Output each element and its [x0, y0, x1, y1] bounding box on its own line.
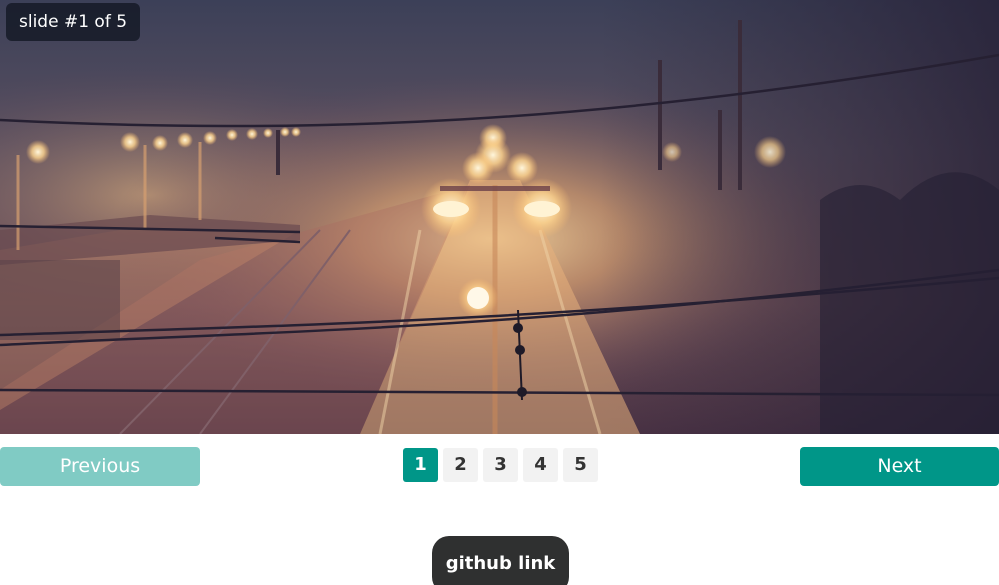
page-button-2[interactable]: 2 [443, 448, 478, 482]
page-button-5[interactable]: 5 [563, 448, 598, 482]
foggy-train-station-photo [0, 0, 999, 434]
page-button-3[interactable]: 3 [483, 448, 518, 482]
next-button[interactable]: Next [800, 447, 999, 486]
slide-counter: slide #1 of 5 [6, 3, 141, 41]
slide-image: slide #1 of 5 [0, 0, 999, 434]
pagination: 1 2 3 4 5 [403, 448, 598, 482]
github-link[interactable]: github link [432, 536, 569, 585]
previous-button[interactable]: Previous [0, 447, 200, 486]
page-button-4[interactable]: 4 [523, 448, 558, 482]
page-button-1[interactable]: 1 [403, 448, 438, 482]
slider-page: slide #1 of 5 Previous 1 2 3 4 5 Next gi… [0, 0, 999, 585]
